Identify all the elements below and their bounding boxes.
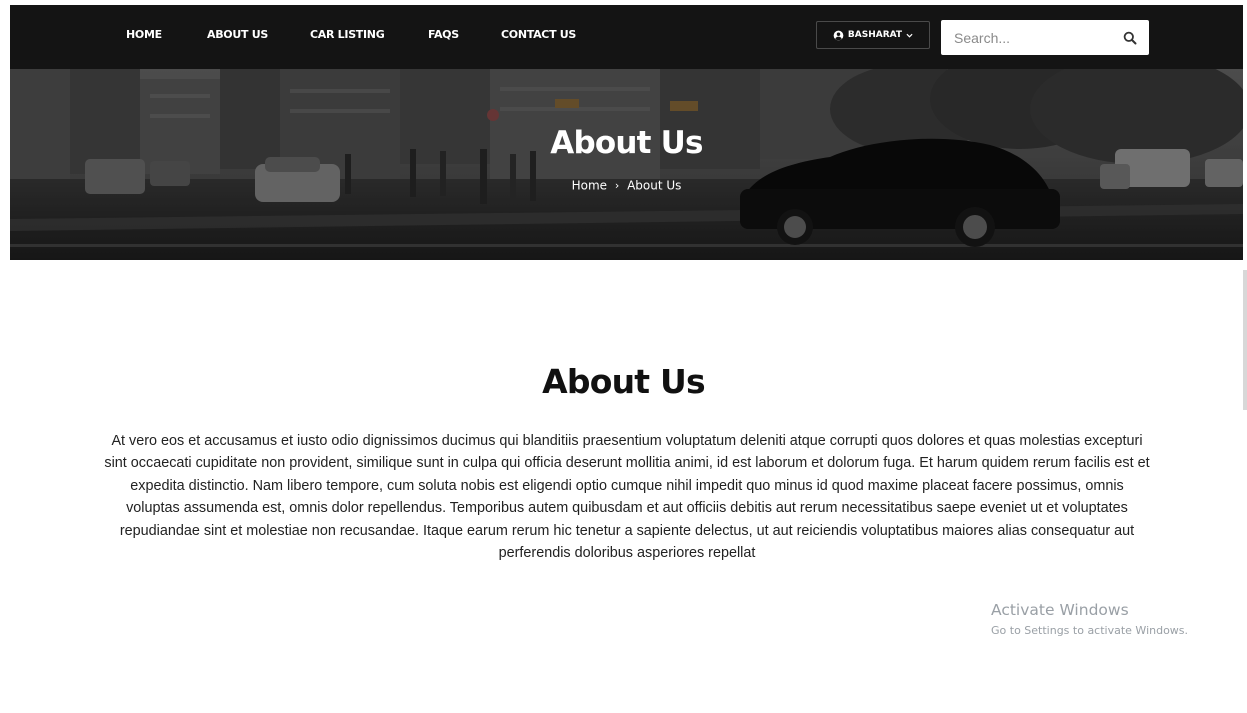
- breadcrumb-home-link[interactable]: Home: [572, 179, 607, 193]
- breadcrumb-separator-icon: ›: [614, 179, 620, 192]
- search-box: [941, 20, 1149, 55]
- user-circle-icon: [833, 30, 844, 40]
- page: HOME ABOUT US CAR LISTING FAQS CONTACT U…: [0, 0, 1247, 713]
- nav-home[interactable]: HOME: [126, 28, 162, 41]
- nav-contact-us[interactable]: CONTACT US: [501, 28, 576, 41]
- hero-title: About Us: [550, 125, 703, 161]
- breadcrumb-current: About Us: [627, 178, 682, 193]
- search-icon[interactable]: [1123, 31, 1137, 45]
- breadcrumb: Home › About Us: [10, 178, 1243, 193]
- nav-car-listing[interactable]: CAR LISTING: [310, 28, 385, 41]
- search-input[interactable]: [941, 20, 1111, 55]
- user-menu-button[interactable]: BASHARAT: [816, 21, 930, 49]
- hero-banner: About Us Home › About Us: [10, 69, 1243, 260]
- about-body-text: At vero eos et accusamus et iusto odio d…: [104, 433, 1150, 562]
- user-name-label: BASHARAT: [847, 30, 903, 40]
- chevron-down-icon: [906, 33, 913, 38]
- nav-faqs[interactable]: FAQS: [428, 28, 459, 41]
- nav-about-us[interactable]: ABOUT US: [207, 28, 268, 41]
- page-scrollbar[interactable]: [1243, 270, 1247, 410]
- top-navbar: HOME ABOUT US CAR LISTING FAQS CONTACT U…: [10, 5, 1243, 69]
- street-background-image: [10, 69, 1243, 260]
- page-title: About Us: [542, 362, 705, 401]
- activation-watermark-subtitle: Go to Settings to activate Windows.: [991, 624, 1189, 637]
- activation-watermark-title: Activate Windows: [991, 601, 1129, 619]
